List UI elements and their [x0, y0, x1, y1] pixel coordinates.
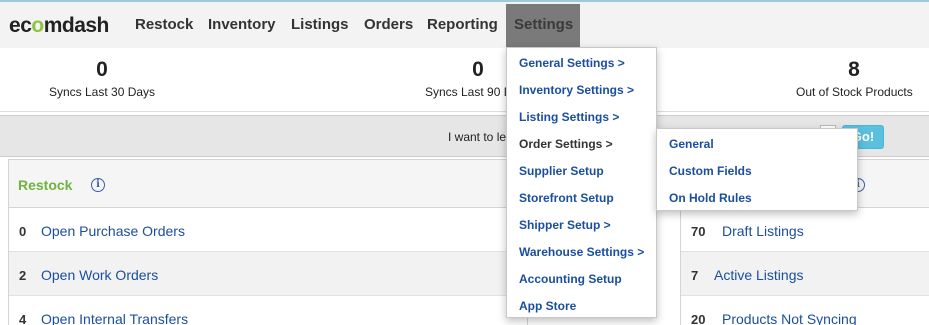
nav-listings[interactable]: Listings	[291, 16, 349, 33]
quick-action-prompt: I want to le	[448, 130, 507, 144]
restock-panel: Restock i 0 Open Purchase Orders 2 Open …	[8, 159, 528, 325]
order-settings-submenu: General Custom Fields On Hold Rules	[656, 128, 858, 211]
submenu-on-hold-rules[interactable]: On Hold Rules	[669, 191, 752, 205]
open-work-orders-link[interactable]: Open Work Orders	[41, 267, 158, 283]
nav-restock[interactable]: Restock	[135, 16, 193, 33]
ecomdash-logo[interactable]: ecomdash	[9, 14, 109, 38]
stat-out-of-stock-label: Out of Stock Products	[796, 85, 913, 99]
nav-settings-label: Settings	[514, 16, 574, 33]
table-row: 20 Products Not Syncing	[681, 296, 929, 325]
stat-syncs-30-value: 0	[96, 58, 108, 81]
row-count: 20	[691, 312, 706, 325]
stats-bar: 0 Syncs Last 30 Days 0 Syncs Last 90 D 8…	[0, 48, 929, 112]
row-count: 2	[19, 268, 27, 283]
row-count: 7	[691, 268, 699, 283]
settings-dropdown: General Settings > Inventory Settings > …	[506, 47, 657, 318]
stat-syncs-30-label: Syncs Last 30 Days	[49, 85, 156, 99]
row-count: 0	[19, 224, 27, 239]
active-listings-link[interactable]: Active Listings	[714, 267, 803, 283]
menu-listing-settings[interactable]: Listing Settings >	[519, 110, 619, 124]
menu-warehouse-settings[interactable]: Warehouse Settings >	[519, 245, 644, 259]
stat-syncs-90-value: 0	[472, 58, 484, 81]
menu-supplier-setup[interactable]: Supplier Setup	[519, 164, 604, 178]
restock-panel-header: Restock i	[9, 160, 527, 208]
nav-inventory[interactable]: Inventory	[208, 16, 276, 33]
nav-orders[interactable]: Orders	[364, 16, 413, 33]
menu-inventory-settings[interactable]: Inventory Settings >	[519, 83, 634, 97]
submenu-custom-fields[interactable]: Custom Fields	[669, 164, 752, 178]
table-row: 70 Draft Listings	[681, 208, 929, 252]
menu-storefront-setup[interactable]: Storefront Setup	[519, 191, 614, 205]
info-icon[interactable]: i	[91, 178, 105, 192]
stat-out-of-stock-value: 8	[848, 58, 860, 81]
menu-order-settings[interactable]: Order Settings >	[519, 137, 613, 151]
table-row: 4 Open Internal Transfers	[9, 296, 527, 325]
restock-panel-title: Restock	[18, 177, 73, 193]
submenu-general[interactable]: General	[669, 137, 714, 151]
table-row: 2 Open Work Orders	[9, 252, 527, 296]
nav-reporting[interactable]: Reporting	[427, 16, 498, 33]
products-not-syncing-link[interactable]: Products Not Syncing	[722, 311, 857, 325]
menu-app-store[interactable]: App Store	[519, 299, 576, 313]
row-count: 70	[691, 224, 706, 239]
menu-shipper-setup[interactable]: Shipper Setup >	[519, 218, 611, 232]
top-nav: ecomdash Restock Inventory Listings Orde…	[0, 0, 929, 48]
draft-listings-link[interactable]: Draft Listings	[722, 223, 804, 239]
open-internal-transfers-link[interactable]: Open Internal Transfers	[41, 311, 188, 325]
nav-settings[interactable]: Settings	[506, 4, 580, 48]
stat-syncs-90-label: Syncs Last 90 D	[425, 85, 513, 99]
table-row: 0 Open Purchase Orders	[9, 208, 527, 252]
open-purchase-orders-link[interactable]: Open Purchase Orders	[41, 223, 185, 239]
menu-accounting-setup[interactable]: Accounting Setup	[519, 272, 622, 286]
table-row: 7 Active Listings	[681, 252, 929, 296]
row-count: 4	[19, 312, 27, 325]
menu-general-settings[interactable]: General Settings >	[519, 56, 625, 70]
